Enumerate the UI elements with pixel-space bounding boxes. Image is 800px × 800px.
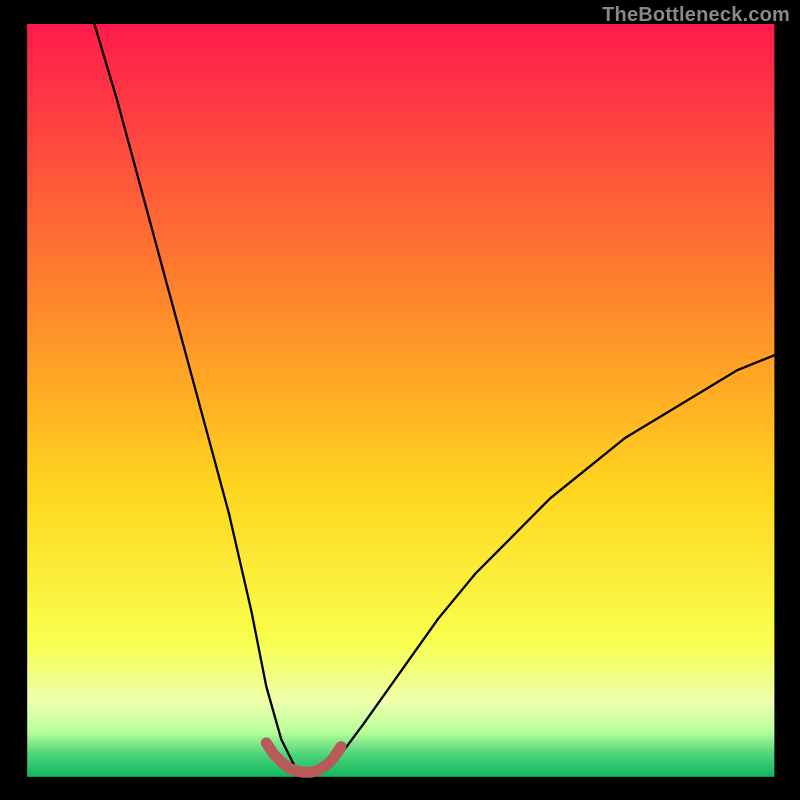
plot-gradient-background: [27, 24, 774, 777]
watermark-text: TheBottleneck.com: [602, 4, 790, 27]
bottleneck-chart: [0, 0, 800, 800]
chart-stage: { "watermark": "TheBottleneck.com", "col…: [0, 0, 800, 800]
